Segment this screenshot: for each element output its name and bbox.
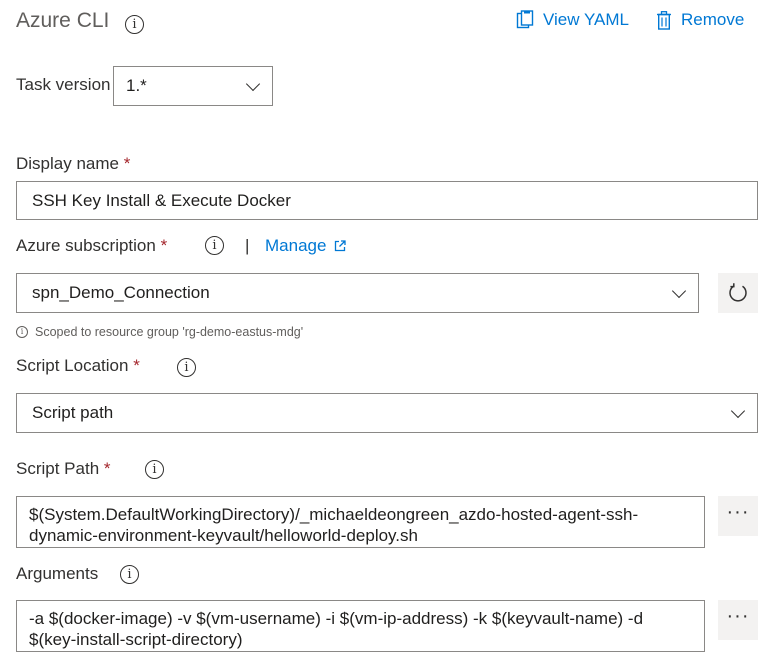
azure-subscription-label: Azure subscription *: [16, 236, 167, 256]
separator: |: [245, 236, 250, 255]
view-yaml-button[interactable]: View YAML: [516, 10, 629, 30]
required-marker: *: [123, 154, 131, 173]
script-path-label-text: Script Path: [16, 459, 100, 478]
task-title-text: Azure CLI: [16, 9, 110, 32]
task-title: Azure CLI: [16, 9, 109, 33]
chevron-down-icon: [245, 76, 261, 92]
arguments-line1: -a $(docker-image) -v $(vm-username) -i …: [29, 609, 644, 628]
azure-subscription-value: spn_Demo_Connection: [32, 283, 210, 302]
script-location-label-text: Script Location: [16, 356, 129, 375]
script-path-line2: dynamic-environment-keyvault/helloworld-…: [29, 526, 418, 545]
remove-button[interactable]: Remove: [656, 10, 744, 30]
display-name-label: Display name *: [16, 154, 130, 174]
info-icon[interactable]: i: [120, 565, 139, 584]
task-version-label: Task version: [16, 75, 111, 94]
view-yaml-label: View YAML: [543, 10, 629, 29]
clipboard-icon: [516, 10, 534, 29]
refresh-button[interactable]: [718, 273, 758, 313]
azure-subscription-label-text: Azure subscription: [16, 236, 156, 255]
required-marker: *: [160, 236, 168, 255]
script-path-line1: $(System.DefaultWorkingDirectory)/_micha…: [29, 505, 639, 524]
more-icon: ···: [726, 605, 750, 627]
subscription-hint: i Scoped to resource group 'rg-demo-east…: [16, 325, 303, 339]
script-location-select[interactable]: Script path: [16, 393, 758, 433]
display-name-input[interactable]: SSH Key Install & Execute Docker: [16, 181, 758, 220]
subscription-hint-text: Scoped to resource group 'rg-demo-eastus…: [35, 325, 304, 339]
display-name-value: SSH Key Install & Execute Docker: [32, 190, 291, 210]
external-link-icon: [335, 240, 347, 252]
info-icon: i: [16, 326, 28, 338]
manage-link[interactable]: Manage: [265, 236, 347, 256]
chevron-down-icon: [671, 283, 687, 299]
info-icon[interactable]: i: [205, 236, 224, 255]
task-version-select[interactable]: 1.*: [113, 66, 273, 106]
display-name-label-text: Display name: [16, 154, 119, 173]
manage-label: Manage: [265, 236, 327, 255]
script-path-input[interactable]: $(System.DefaultWorkingDirectory)/_micha…: [16, 496, 705, 548]
script-location-value: Script path: [32, 403, 114, 422]
chevron-down-icon: [730, 403, 746, 419]
arguments-more-button[interactable]: ···: [718, 600, 758, 640]
more-icon: ···: [726, 501, 750, 523]
info-icon[interactable]: i: [177, 358, 196, 377]
task-version-value: 1.*: [126, 76, 147, 95]
arguments-input[interactable]: -a $(docker-image) -v $(vm-username) -i …: [16, 600, 705, 652]
arguments-line2: $(key-install-script-directory): [29, 630, 243, 649]
remove-label: Remove: [681, 10, 745, 29]
script-location-label: Script Location *: [16, 356, 140, 376]
info-icon[interactable]: i: [145, 460, 164, 479]
script-path-browse-button[interactable]: ···: [718, 496, 758, 536]
required-marker: *: [103, 459, 111, 478]
azure-subscription-select[interactable]: spn_Demo_Connection: [16, 273, 699, 313]
refresh-icon: [729, 283, 747, 302]
info-icon[interactable]: i: [125, 15, 144, 34]
script-path-label: Script Path *: [16, 459, 111, 479]
required-marker: *: [133, 356, 140, 375]
trash-icon: [657, 10, 671, 30]
arguments-label: Arguments: [16, 564, 99, 583]
